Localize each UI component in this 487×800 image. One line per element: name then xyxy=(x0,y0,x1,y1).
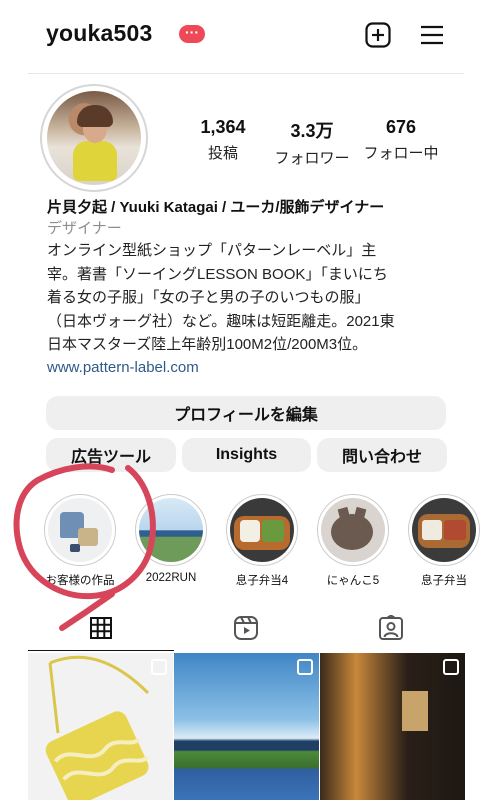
reels-icon xyxy=(233,616,258,640)
profile-bio: 片貝夕起 / Yuuki Katagai / ユーカ/服飾デザイナー デザイナー… xyxy=(47,198,447,378)
insights-button[interactable]: Insights xyxy=(182,438,311,472)
highlight-label: にゃんこ5 xyxy=(326,575,380,587)
profile-tabs xyxy=(28,606,464,650)
post-thumbnail[interactable] xyxy=(174,653,319,800)
active-tab-indicator xyxy=(28,650,174,651)
notification-badge[interactable]: ··· xyxy=(179,25,205,43)
highlight-label: 2022RUN xyxy=(145,572,197,584)
highlight-item[interactable]: お客様の作品 xyxy=(37,494,123,588)
display-name: 片貝夕起 / Yuuki Katagai / ユーカ/服飾デザイナー xyxy=(47,199,385,216)
followers-count: 3.3万 xyxy=(290,121,334,141)
bio-line: オンライン型紙ショップ「パターンレーベル」主 xyxy=(47,242,377,259)
followers-label: フォロワー xyxy=(274,150,350,167)
following-count: 676 xyxy=(385,117,417,137)
ad-tools-button[interactable]: 広告ツール xyxy=(46,438,176,472)
bio-line: 着る女の子服」「女の子と男の子のいつもの服」 xyxy=(47,289,370,306)
highlight-item[interactable]: 息子弁当 xyxy=(401,494,487,588)
tab-grid[interactable] xyxy=(28,606,173,650)
bio-line: 日本マスターズ陸上年齢別100M2位/200M3位。 xyxy=(47,336,368,353)
following-label: フォロー中 xyxy=(363,145,439,162)
highlight-item[interactable]: にゃんこ5 xyxy=(310,494,396,588)
profile-avatar[interactable] xyxy=(40,84,148,192)
new-post-icon[interactable] xyxy=(364,21,392,49)
stat-posts[interactable]: 1,364 投稿 xyxy=(178,117,268,163)
highlight-label: お客様の作品 xyxy=(45,575,115,587)
profile-stats: 1,364 投稿 3.3万 フォロワー 676 フォロー中 xyxy=(188,117,452,168)
posts-label: 投稿 xyxy=(207,145,238,162)
tab-tagged[interactable] xyxy=(318,606,463,650)
bio-text: オンライン型紙ショップ「パターンレーベル」主 宰。著書「ソーイングLESSON … xyxy=(47,239,447,357)
bio-line: （日本ヴォーグ社）など。趣味は短距離走。2021東 xyxy=(47,312,395,330)
edit-profile-button[interactable]: プロフィールを編集 xyxy=(46,396,446,430)
contact-button[interactable]: 問い合わせ xyxy=(317,438,447,472)
multi-post-icon xyxy=(443,659,459,675)
tab-reels[interactable] xyxy=(173,606,318,650)
post-thumbnail[interactable] xyxy=(320,653,465,800)
stat-following[interactable]: 676 フォロー中 xyxy=(356,117,446,163)
menu-icon[interactable] xyxy=(418,21,446,49)
highlight-label: 息子弁当 xyxy=(421,575,467,587)
highlight-label: 息子弁当4 xyxy=(235,575,289,587)
profile-header: youka503 ··· xyxy=(46,18,456,56)
category-label: デザイナー xyxy=(47,220,122,237)
multi-post-icon xyxy=(151,659,167,675)
post-thumbnail[interactable] xyxy=(28,653,173,800)
tagged-icon xyxy=(378,615,403,640)
bio-line: 宰。著書「ソーイングLESSON BOOK」「まいにち xyxy=(47,265,388,283)
header-divider xyxy=(28,73,464,74)
username[interactable]: youka503 xyxy=(46,20,152,47)
website-link[interactable]: www.pattern-label.com xyxy=(47,357,447,378)
grid-icon xyxy=(89,617,112,639)
highlight-item[interactable]: 2022RUN xyxy=(128,494,214,584)
posts-count: 1,364 xyxy=(200,117,246,137)
highlight-item[interactable]: 息子弁当4 xyxy=(219,494,305,588)
multi-post-icon xyxy=(297,659,313,675)
avatar-image xyxy=(47,91,141,185)
stat-followers[interactable]: 3.3万 フォロワー xyxy=(267,117,357,168)
